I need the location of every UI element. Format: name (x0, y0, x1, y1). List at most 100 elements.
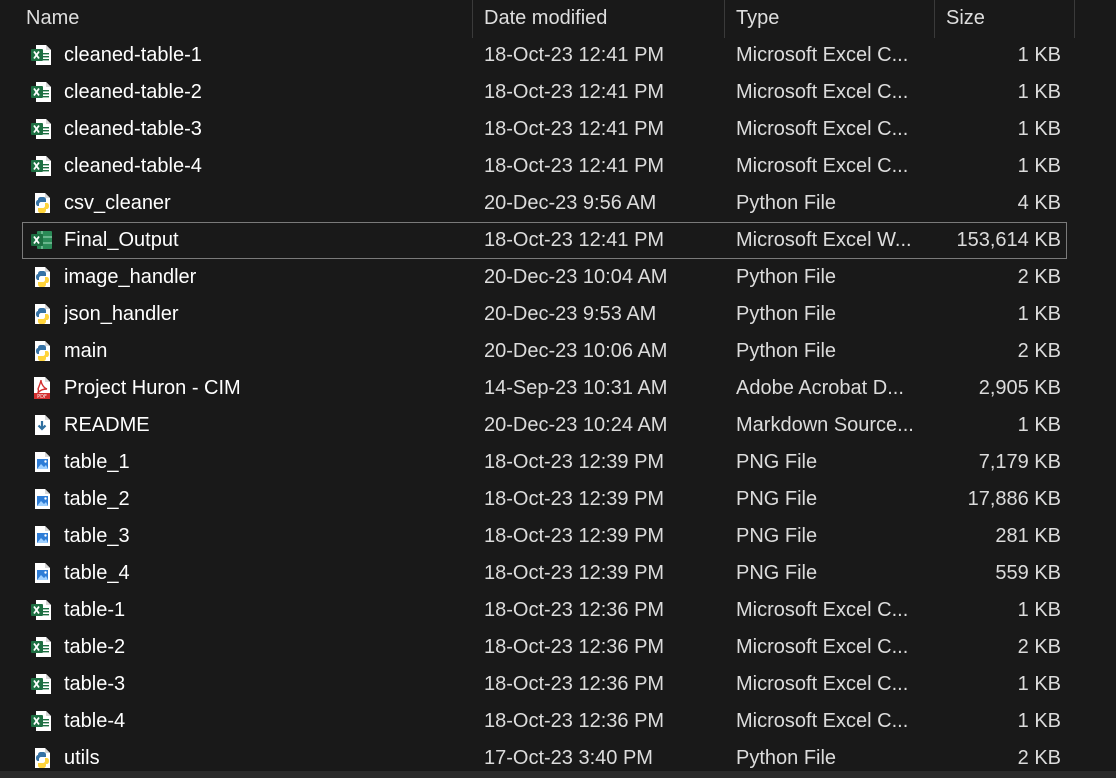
column-divider[interactable] (472, 0, 473, 38)
file-date-modified: 18-Oct-23 12:41 PM (484, 81, 665, 103)
file-name[interactable]: table-3 (64, 666, 464, 703)
png-image-file-icon (30, 524, 54, 548)
column-divider[interactable] (934, 0, 935, 38)
png-image-file-icon (30, 487, 54, 511)
file-size: 559 KB (995, 562, 1061, 584)
file-size: 1 KB (1017, 155, 1061, 177)
file-type: PNG File (736, 488, 818, 510)
file-date-modified: 18-Oct-23 12:39 PM (484, 562, 665, 584)
horizontal-scrollbar[interactable] (0, 771, 1116, 778)
file-name[interactable]: cleaned-table-2 (64, 74, 464, 111)
file-type: Microsoft Excel W... (736, 229, 912, 251)
file-date-modified: 18-Oct-23 12:39 PM (484, 488, 665, 510)
file-size: 1 KB (1017, 599, 1061, 621)
file-date-modified: 18-Oct-23 12:36 PM (484, 710, 665, 732)
column-header-date-modified[interactable]: Date modified (484, 0, 607, 38)
file-row[interactable]: table_2 18-Oct-23 12:39 PM PNG File 17,886 … (0, 481, 1116, 518)
column-header-type[interactable]: Type (736, 0, 779, 38)
file-date-modified: 18-Oct-23 12:36 PM (484, 636, 665, 658)
file-type: PNG File (736, 451, 818, 473)
file-name[interactable]: table_2 (64, 481, 464, 518)
file-name[interactable]: cleaned-table-4 (64, 148, 464, 185)
file-size: 153,614 KB (956, 229, 1061, 251)
file-name[interactable]: cleaned-table-1 (64, 37, 464, 74)
file-name[interactable]: table_3 (64, 518, 464, 555)
file-name[interactable]: table_4 (64, 555, 464, 592)
file-size: 1 KB (1017, 673, 1061, 695)
file-date-modified: 18-Oct-23 12:39 PM (484, 525, 665, 547)
column-divider[interactable] (1074, 0, 1075, 38)
file-size: 1 KB (1017, 414, 1061, 436)
file-date-modified: 18-Oct-23 12:41 PM (484, 155, 665, 177)
python-file-icon (30, 302, 54, 326)
file-size: 7,179 KB (978, 451, 1061, 473)
file-row[interactable]: README 20-Dec-23 10:24 AM Markdown Source.… (0, 407, 1116, 444)
file-size: 1 KB (1017, 303, 1061, 325)
file-row[interactable]: table-2 18-Oct-23 12:36 PM Microsoft Excel… (0, 629, 1116, 666)
file-row[interactable]: main 20-Dec-23 10:06 AM Python File 2 KB (0, 333, 1116, 370)
file-row[interactable]: image_handler 20-Dec-23 10:04 AM Python Fi… (0, 259, 1116, 296)
file-type: Python File (736, 303, 837, 325)
file-name[interactable]: cleaned-table-3 (64, 111, 464, 148)
file-date-modified: 18-Oct-23 12:41 PM (484, 229, 665, 251)
file-row[interactable]: table-3 18-Oct-23 12:36 PM Microsoft Excel… (0, 666, 1116, 703)
file-explorer-details-view: Name Date modified Type Size cleaned-tab… (0, 0, 1116, 778)
file-name[interactable]: README (64, 407, 464, 444)
file-size: 1 KB (1017, 710, 1061, 732)
file-list: cleaned-table-1 18-Oct-23 12:41 PM Microso… (0, 37, 1116, 777)
file-name[interactable]: table_1 (64, 444, 464, 481)
file-date-modified: 18-Oct-23 12:36 PM (484, 673, 665, 695)
excel-csv-file-icon (30, 635, 54, 659)
column-header-name[interactable]: Name (26, 0, 79, 38)
file-name[interactable]: Final_Output (64, 222, 464, 259)
file-size: 4 KB (1017, 192, 1061, 214)
file-type: Microsoft Excel C... (736, 155, 909, 177)
markdown-file-icon (30, 413, 54, 437)
file-type: Microsoft Excel C... (736, 673, 909, 695)
file-size: 1 KB (1017, 118, 1061, 140)
python-file-icon (30, 746, 54, 770)
column-divider[interactable] (724, 0, 725, 38)
file-date-modified: 20-Dec-23 10:04 AM (484, 266, 668, 288)
file-date-modified: 20-Dec-23 9:56 AM (484, 192, 657, 214)
file-name[interactable]: table-4 (64, 703, 464, 740)
file-size: 2 KB (1017, 636, 1061, 658)
excel-csv-file-icon (30, 43, 54, 67)
file-row[interactable]: PDF Project Huron - CIM 14-Sep-23 10:31 AM… (0, 370, 1116, 407)
file-name[interactable]: Project Huron - CIM (64, 370, 464, 407)
excel-csv-file-icon (30, 154, 54, 178)
file-row[interactable]: json_handler 20-Dec-23 9:53 AM Python File… (0, 296, 1116, 333)
file-size: 17,886 KB (967, 488, 1061, 510)
file-row[interactable]: table-4 18-Oct-23 12:36 PM Microsoft Excel… (0, 703, 1116, 740)
python-file-icon (30, 265, 54, 289)
file-row[interactable]: table_4 18-Oct-23 12:39 PM PNG File 559 KB (0, 555, 1116, 592)
file-type: Microsoft Excel C... (736, 710, 909, 732)
file-row[interactable]: table-1 18-Oct-23 12:36 PM Microsoft Excel… (0, 592, 1116, 629)
file-row[interactable]: table_3 18-Oct-23 12:39 PM PNG File 281 KB (0, 518, 1116, 555)
file-type: Microsoft Excel C... (736, 44, 909, 66)
file-type: PNG File (736, 525, 818, 547)
file-type: Python File (736, 192, 837, 214)
column-header-size[interactable]: Size (946, 0, 985, 38)
file-row[interactable]: cleaned-table-2 18-Oct-23 12:41 PM Microso… (0, 74, 1116, 111)
file-date-modified: 14-Sep-23 10:31 AM (484, 377, 668, 399)
file-row[interactable]: csv_cleaner 20-Dec-23 9:56 AM Python File 4… (0, 185, 1116, 222)
python-file-icon (30, 191, 54, 215)
file-name[interactable]: image_handler (64, 259, 464, 296)
file-name[interactable]: csv_cleaner (64, 185, 464, 222)
file-row[interactable]: Final_Output 18-Oct-23 12:41 PM Microsoft … (0, 222, 1116, 259)
file-row[interactable]: cleaned-table-1 18-Oct-23 12:41 PM Microso… (0, 37, 1116, 74)
file-row[interactable]: cleaned-table-3 18-Oct-23 12:41 PM Microso… (0, 111, 1116, 148)
file-type: Markdown Source... (736, 414, 914, 436)
file-size: 1 KB (1017, 81, 1061, 103)
excel-csv-file-icon (30, 117, 54, 141)
file-name[interactable]: table-1 (64, 592, 464, 629)
file-date-modified: 20-Dec-23 9:53 AM (484, 303, 657, 325)
file-name[interactable]: json_handler (64, 296, 464, 333)
file-name[interactable]: table-2 (64, 629, 464, 666)
file-row[interactable]: table_1 18-Oct-23 12:39 PM PNG File 7,179 K… (0, 444, 1116, 481)
file-type: Adobe Acrobat D... (736, 377, 904, 399)
file-size: 2 KB (1017, 266, 1061, 288)
file-name[interactable]: main (64, 333, 464, 370)
file-row[interactable]: cleaned-table-4 18-Oct-23 12:41 PM Microso… (0, 148, 1116, 185)
